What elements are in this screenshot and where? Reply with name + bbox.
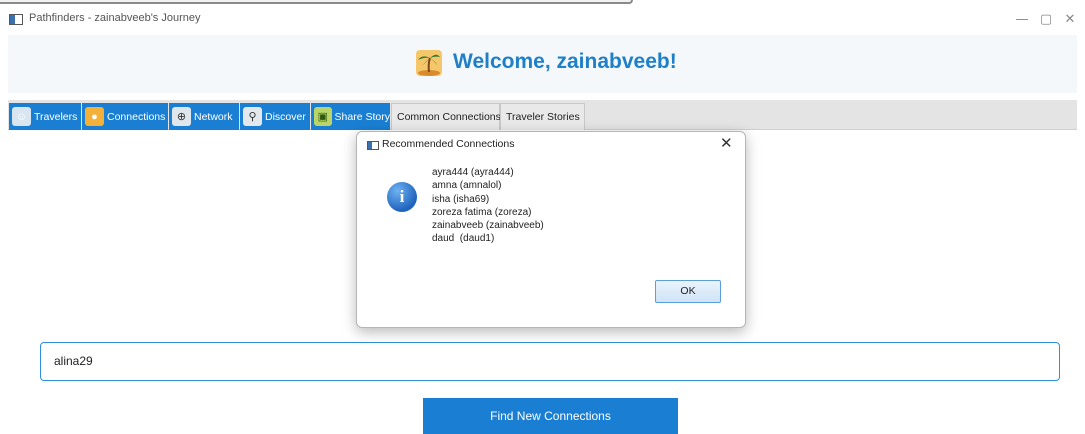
connection-item: ayra444 (ayra444) [432, 167, 514, 178]
window-titlebar: Pathfinders - zainabveeb's Journey — ▢ ✕ [0, 5, 1085, 35]
discover-icon: ⚲ [243, 107, 262, 126]
close-window-button[interactable]: ✕ [1053, 9, 1085, 31]
connection-item: zoreza fatima (zoreza) [432, 206, 532, 218]
connection-list: ayra444 (ayra444) amna (amnalol) isha (i… [432, 166, 544, 246]
dialog-titlebar: Recommended Connections ✕ [357, 132, 745, 158]
tab-label: Connections [107, 110, 166, 123]
username-search-input[interactable]: alina29 [40, 342, 1060, 381]
tab-discover[interactable]: ⚲ Discover [240, 103, 310, 130]
tab-label: Share Story [334, 110, 390, 123]
welcome-header: Welcome, zainabveeb! [8, 35, 1077, 93]
network-icon: ⊕ [172, 107, 191, 126]
find-new-connections-button[interactable]: Find New Connections [423, 398, 678, 434]
tab-label: Common Connections [397, 111, 501, 123]
welcome-title: Welcome, zainabveeb! [453, 50, 677, 73]
window-title: Pathfinders - zainabveeb's Journey [29, 12, 201, 24]
dialog-close-icon[interactable]: ✕ [720, 134, 733, 152]
tab-share-story[interactable]: ▣ Share Story [311, 103, 390, 130]
tab-label: Travelers [34, 110, 78, 123]
traveler-icon: ☺ [12, 107, 31, 126]
tab-label: Traveler Stories [506, 111, 580, 123]
tab-label: Network [194, 110, 233, 123]
tab-connections[interactable]: ● Connections [82, 103, 168, 130]
connections-icon: ● [85, 107, 104, 126]
dialog-title: Recommended Connections [382, 138, 515, 150]
palm-tree-icon [416, 50, 442, 76]
tab-label: Discover [265, 110, 306, 123]
tab-common-connections[interactable]: Common Connections [391, 103, 501, 130]
connection-item: amna (amnalol) [432, 180, 502, 192]
connection-item: isha (isha69) [432, 193, 490, 205]
dialog-app-icon [367, 141, 379, 150]
info-icon: i [387, 182, 417, 212]
tab-traveler-stories[interactable]: Traveler Stories [500, 103, 585, 130]
ok-button[interactable]: OK [655, 280, 721, 303]
connection-item: zainabveeb (zainabveeb) [432, 220, 544, 232]
tab-bar: ☺ Travelers ● Connections ⊕ Network ⚲ Discov… [8, 100, 1077, 130]
tab-travelers[interactable]: ☺ Travelers [9, 103, 81, 130]
recommended-connections-dialog: Recommended Connections ✕ i ayra444 (ayr… [356, 131, 746, 328]
share-story-icon: ▣ [314, 107, 332, 126]
app-icon [9, 14, 23, 25]
background-window-frame [0, 0, 633, 4]
connection-item: daud (daud1) [432, 233, 495, 245]
tab-network[interactable]: ⊕ Network [169, 103, 239, 130]
